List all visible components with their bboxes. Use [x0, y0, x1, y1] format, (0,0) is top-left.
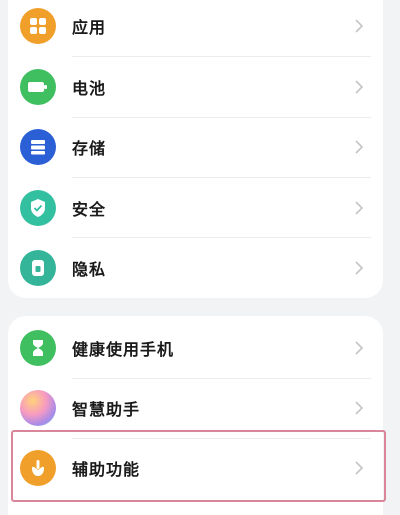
settings-item-label: 智慧助手	[72, 400, 141, 419]
settings-item-security[interactable]: 安全	[8, 178, 383, 238]
settings-item-battery[interactable]: 电池	[8, 57, 383, 117]
settings-item-label: 安全	[72, 200, 107, 219]
hourglass-icon	[20, 330, 56, 366]
settings-item-storage[interactable]: 存储	[8, 117, 383, 177]
settings-item-apps[interactable]: 应用	[8, 0, 383, 56]
settings-item-digital-wellbeing[interactable]: 健康使用手机	[8, 318, 383, 378]
chevron-right-icon	[355, 201, 364, 215]
chevron-right-icon	[355, 19, 364, 33]
battery-icon	[20, 69, 56, 105]
settings-item-smart-assistant[interactable]: 智慧助手	[8, 378, 383, 438]
shield-icon	[20, 190, 56, 226]
settings-item-label: 隐私	[72, 260, 107, 279]
settings-item-privacy[interactable]: 隐私	[8, 238, 383, 298]
storage-icon	[20, 129, 56, 165]
chevron-right-icon	[355, 80, 364, 94]
settings-item-label: 存储	[72, 139, 107, 158]
settings-item-label: 健康使用手机	[72, 340, 175, 359]
settings-card-primary: 应用 电池 存储 安全 隐私	[8, 0, 383, 298]
chevron-right-icon	[355, 341, 364, 355]
chevron-right-icon	[355, 401, 364, 415]
assistant-orb-icon	[20, 390, 56, 426]
privacy-lock-icon	[20, 250, 56, 286]
chevron-right-icon	[355, 261, 364, 275]
highlight-box	[11, 430, 386, 502]
settings-item-label: 应用	[72, 18, 107, 37]
settings-page: 应用 电池 存储 安全 隐私 健康使用手机 智慧助手 辅助功能	[0, 0, 400, 515]
chevron-right-icon	[355, 140, 364, 154]
apps-grid-icon	[20, 8, 56, 44]
settings-item-label: 电池	[72, 79, 107, 98]
